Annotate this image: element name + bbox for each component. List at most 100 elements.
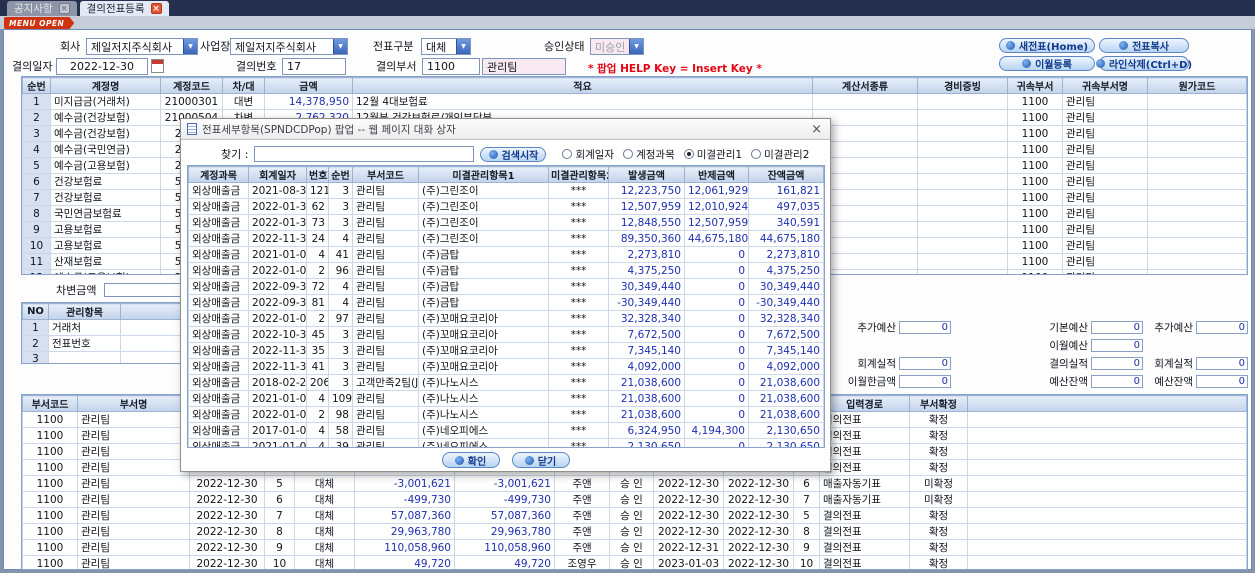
dept-code-input[interactable]: 1100 (422, 58, 480, 75)
table-row[interactable]: 외상매출금2022-09-30724관리팀(주)금탑***30,349,4400… (188, 278, 824, 295)
column-header[interactable]: 입력경로 (819, 395, 910, 412)
delete-line-button[interactable]: 라인삭제(Ctrl+D) (1095, 56, 1192, 71)
search-start-button[interactable]: 검색시작 (480, 146, 547, 162)
table-row[interactable]: 외상매출금2022-11-30244관리팀(주)그린조이***89,350,36… (188, 230, 824, 247)
table-row[interactable]: 외상매출금2022-01-01296관리팀(주)금탑***4,375,25004… (188, 262, 824, 279)
table-row[interactable]: 외상매출금2022-10-31453관리팀(주)꼬매요코리아***7,672,5… (188, 326, 824, 343)
radio-option[interactable]: 미결관리1 (683, 147, 742, 162)
table-row[interactable]: 외상매출금2021-01-014109관리팀(주)나노시스***21,038,6… (188, 390, 824, 407)
column-header[interactable]: 미결관리항목1 (418, 166, 549, 183)
tab-notice[interactable]: 공지사항 × (7, 1, 77, 16)
button-icon (1095, 59, 1105, 68)
column-header[interactable]: NO (22, 303, 49, 320)
column-header[interactable]: 관리항목 (48, 303, 121, 320)
column-header[interactable]: 계산서종류 (812, 77, 918, 94)
confirm-button[interactable]: 확인 (441, 452, 500, 468)
column-header[interactable]: 부서코드 (352, 166, 419, 183)
column-header[interactable]: 순번 (22, 77, 51, 94)
column-header[interactable]: 발생금액 (608, 166, 685, 183)
column-header[interactable]: 귀속부서 (1007, 77, 1063, 94)
table-row[interactable]: 1100 관리팀 2022-12-30 7 대체 57,087,360 57,087,360… (22, 507, 1247, 524)
column-header[interactable]: 계정코드 (160, 77, 223, 94)
cell: 9 (22, 221, 51, 238)
cell: 1100 (1007, 221, 1063, 238)
table-row[interactable]: 외상매출금2018-02-282063고객만족2팀(J(주)나노시스***21,… (188, 374, 824, 391)
budget-field-value[interactable]: 0 (1091, 338, 1143, 352)
table-row[interactable]: 외상매출금2022-09-30814관리팀(주)금탑***-30,349,440… (188, 294, 824, 311)
radio-option[interactable]: 회계일자 (562, 147, 614, 162)
column-header[interactable]: 차/대 (222, 77, 265, 94)
close-icon[interactable]: × (150, 3, 162, 14)
table-row[interactable]: 외상매출금2022-01-31623관리팀(주)그린조이***12,507,95… (188, 198, 824, 215)
budget-field-value[interactable]: 0 (1196, 320, 1248, 334)
table-row[interactable]: 외상매출금2022-01-01298관리팀(주)나노시스***21,038,60… (188, 406, 824, 423)
budget-field-value[interactable]: 0 (1091, 356, 1143, 370)
close-icon[interactable]: × (58, 3, 70, 14)
open-items-grid: 계정과목 회계일자 번호 순번 부서코드 미결관리항목1 미결관리항목2 발생금액 반제금액 잔액… (188, 166, 824, 447)
column-header[interactable]: 순번 (328, 166, 353, 183)
search-input[interactable] (254, 146, 475, 162)
budget-field-value[interactable]: 0 (1091, 374, 1143, 388)
budget-field-value[interactable]: 0 (1196, 374, 1248, 388)
radio-option[interactable]: 미결관리2 (751, 147, 809, 162)
calendar-icon[interactable] (151, 59, 164, 73)
column-header[interactable]: 경비증빙 (917, 77, 1008, 94)
column-header[interactable]: 원가코드 (1147, 77, 1247, 94)
table-row[interactable]: 1100 관리팀 2022-12-30 10 대체 49,720 49,720 조영우 승 인2… (22, 555, 1247, 569)
table-row[interactable]: 외상매출금2022-11-30413관리팀(주)꼬매요코리아***4,092,0… (188, 358, 824, 375)
slip-type-select[interactable]: 대체 ▼ (421, 38, 471, 55)
column-header[interactable]: 금액 (264, 77, 353, 94)
budget-field-value[interactable]: 0 (899, 356, 951, 370)
new-voucher-button[interactable]: 새전표(Home) (999, 38, 1095, 53)
table-row[interactable]: 외상매출금2021-01-01441관리팀(주)금탑***2,273,81002… (188, 246, 824, 263)
close-icon[interactable]: × (809, 123, 824, 136)
table-row[interactable]: 외상매출금2021-01-01439관리팀(주)네오피에스***2,130,65… (188, 438, 824, 447)
company-select[interactable]: 제일저지주식회사 ▼ (86, 38, 198, 55)
resolution-date-input[interactable]: 2022-12-30 (56, 58, 148, 75)
column-header[interactable]: 부서명 (77, 395, 190, 412)
column-header[interactable]: 적요 (352, 77, 813, 94)
cell: 주앤 (554, 507, 610, 524)
column-header[interactable]: 잔액금액 (748, 166, 824, 183)
column-header[interactable]: 귀속부서명 (1062, 77, 1148, 94)
table-row[interactable]: 외상매출금2017-01-01458관리팀(주)네오피에스***6,324,95… (188, 422, 824, 439)
column-header[interactable]: 부서확정 (909, 395, 968, 412)
column-header[interactable]: 계정명 (50, 77, 161, 94)
column-header[interactable] (967, 395, 1247, 412)
table-row[interactable]: 외상매출금2022-11-30353관리팀(주)꼬매요코리아***7,345,1… (188, 342, 824, 359)
site-select[interactable]: 제일저지주식회사 ▼ (230, 38, 348, 55)
cell: 관리팀 (1062, 253, 1148, 270)
tab-voucher-register[interactable]: 결의전표등록 × (79, 1, 169, 16)
column-header[interactable]: 계정과목 (188, 166, 249, 183)
approve-status-select[interactable]: 미승인 ▼ (590, 38, 644, 55)
close-button[interactable]: 닫기 (511, 452, 570, 468)
menu-open-badge[interactable]: MENU OPEN (4, 17, 75, 29)
budget-field-value[interactable]: 0 (899, 374, 951, 388)
radio-option[interactable]: 계정과목 (623, 147, 675, 162)
cell: 4,092,000 (748, 358, 824, 375)
column-header[interactable]: 반제금액 (684, 166, 749, 183)
column-header[interactable]: 미결관리항목2 (548, 166, 609, 183)
cell: 고객만족2팀(J (352, 374, 419, 391)
table-row[interactable]: 1100 관리팀 2022-12-30 5 대체 -3,001,621 -3,001,621… (22, 475, 1247, 492)
budget-field-value[interactable]: 0 (1091, 320, 1143, 334)
popup-titlebar[interactable]: 전표세부항목(SPNDCDPop) 팝업 -- 웹 페이지 대화 상자 × (181, 119, 830, 140)
cell: 주앤 (554, 539, 610, 556)
carryover-register-button[interactable]: 이월등록 (999, 56, 1095, 71)
column-header[interactable]: 회계일자 (248, 166, 307, 183)
resolution-no-input[interactable]: 17 (282, 58, 346, 75)
table-row[interactable]: 1 미지급금(거래처) 21000301 대변 14,378,950 12월 4대보험료 1… (22, 93, 1247, 110)
column-header[interactable]: 부서코드 (22, 395, 78, 412)
cell: 73 (306, 214, 329, 231)
table-row[interactable]: 1100 관리팀 2022-12-30 8 대체 29,963,780 29,963,780… (22, 523, 1247, 540)
budget-field-value[interactable]: 0 (1196, 356, 1248, 370)
budget-field-value[interactable]: 0 (899, 320, 951, 334)
table-row[interactable]: 1100 관리팀 2022-12-30 9 대체 110,058,960 110,058,9… (22, 539, 1247, 556)
table-row[interactable]: 1100 관리팀 2022-12-30 6 대체 -499,730 -499,730 주앤 승 … (22, 491, 1247, 508)
column-header[interactable]: 번호 (306, 166, 329, 183)
copy-voucher-button[interactable]: 전표복사 (1099, 38, 1189, 53)
table-row[interactable]: 외상매출금2022-01-01297관리팀(주)꼬매요코리아***32,328,… (188, 310, 824, 327)
table-row[interactable]: 외상매출금2022-01-31733관리팀(주)그린조이***12,848,55… (188, 214, 824, 231)
cell: 관리팀 (352, 198, 419, 215)
table-row[interactable]: 외상매출금2021-08-311213관리팀(주)그린조이***12,223,7… (188, 182, 824, 199)
